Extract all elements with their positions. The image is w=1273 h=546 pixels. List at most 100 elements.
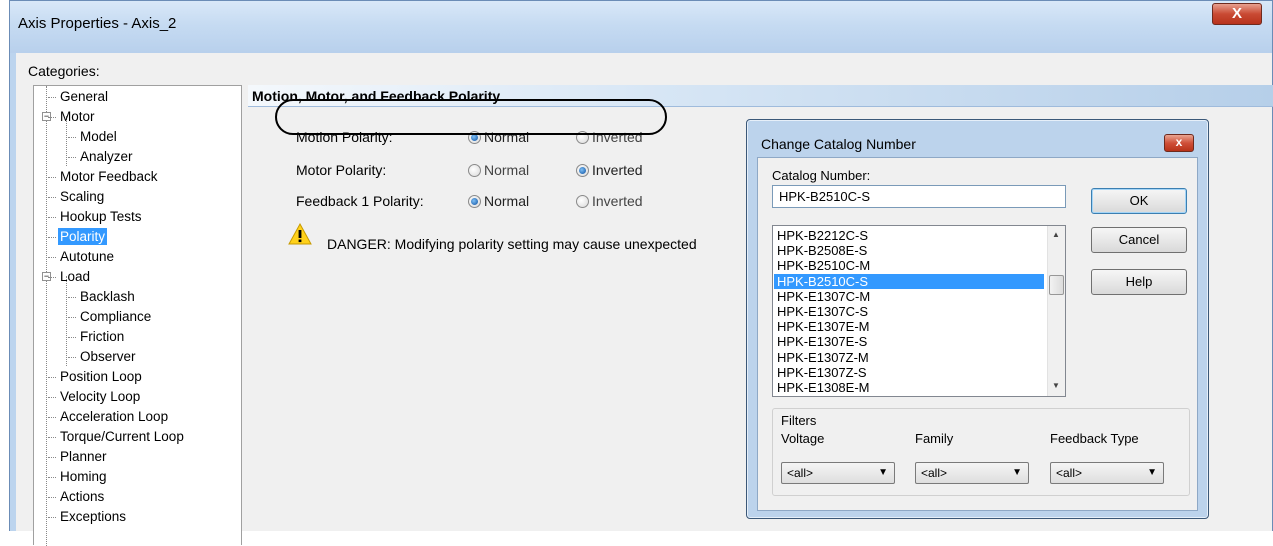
catalog-list-item[interactable]: HPK-B2508E-S — [774, 243, 1044, 258]
catalog-listbox[interactable]: ▲ ▼ HPK-B2212C-S HPK-B2508E-S HPK-B2510C-M… — [772, 225, 1066, 397]
ok-button[interactable]: OK — [1091, 188, 1187, 214]
window-close-button[interactable]: X — [1212, 3, 1262, 25]
cancel-button[interactable]: Cancel — [1091, 227, 1187, 253]
feedback-polarity-inverted-radio[interactable]: Inverted — [576, 193, 643, 209]
categories-tree[interactable]: − − General Motor Model Analyzer Motor Feedb… — [33, 85, 242, 546]
tree-item-label: Exceptions — [60, 509, 127, 524]
catalog-list-item[interactable]: HPK-E1307C-M — [774, 289, 1044, 304]
tree-item-model[interactable]: Model — [68, 127, 119, 147]
tree-item-label: Position Loop — [60, 369, 142, 384]
catalog-list-item[interactable]: HPK-B2212C-S — [774, 228, 1044, 243]
dropdown-arrow-icon: ▼ — [1147, 467, 1157, 478]
catalog-list-item[interactable]: HPK-E1307C-S — [774, 304, 1044, 319]
catalog-list-item[interactable]: HPK-E1307Z-S — [774, 365, 1044, 380]
change-catalog-dialog: Change Catalog Number x Catalog Number: … — [746, 119, 1209, 519]
tree-item-label: Autotune — [60, 249, 115, 264]
tree-item-analyzer[interactable]: Analyzer — [68, 147, 135, 167]
motor-polarity-label: Motor Polarity: — [296, 162, 387, 178]
catalog-list-item[interactable]: HPK-B2510C-M — [774, 258, 1044, 273]
tree-item-position-loop[interactable]: Position Loop — [48, 367, 144, 387]
dialog-body: Catalog Number: OK Cancel Help ▲ ▼ HPK-B… — [757, 157, 1198, 511]
tree-item-label: Hookup Tests — [60, 209, 142, 224]
tree-item-load[interactable]: Load — [48, 267, 92, 287]
select-value: <all> — [1056, 466, 1083, 480]
scroll-thumb[interactable] — [1049, 275, 1064, 295]
scroll-up-icon[interactable]: ▲ — [1052, 230, 1060, 239]
tree-item-scaling[interactable]: Scaling — [48, 187, 106, 207]
feedback-type-select[interactable]: <all> ▼ — [1050, 462, 1164, 484]
dialog-close-button[interactable]: x — [1164, 134, 1194, 152]
catalog-list-item[interactable]: HPK-E1307E-S — [774, 334, 1044, 349]
tree-connector — [68, 157, 76, 158]
tree-item-label: Observer — [80, 349, 136, 364]
radio-label: Inverted — [592, 162, 643, 178]
catalog-list-item[interactable]: HPK-B2510C-S — [774, 273, 1044, 289]
listbox-scrollbar[interactable]: ▲ ▼ — [1047, 226, 1065, 396]
tree-item-motor-feedback[interactable]: Motor Feedback — [48, 167, 160, 187]
motor-polarity-normal-radio[interactable]: Normal — [468, 162, 529, 178]
tree-connector — [48, 217, 56, 218]
tree-item-autotune[interactable]: Autotune — [48, 247, 116, 267]
tree-connector — [48, 477, 56, 478]
dialog-title: Change Catalog Number — [761, 136, 916, 152]
help-button[interactable]: Help — [1091, 269, 1187, 295]
tree-connector — [48, 417, 56, 418]
tree-connector — [68, 337, 76, 338]
tree-item-hookup-tests[interactable]: Hookup Tests — [48, 207, 144, 227]
tree-item-label: Analyzer — [80, 149, 133, 164]
tree-connector — [48, 517, 56, 518]
tree-item-label: Friction — [80, 329, 125, 344]
catalog-list-item[interactable]: HPK-E1307Z-M — [774, 350, 1044, 365]
motor-polarity-inverted-radio[interactable]: Inverted — [576, 162, 643, 178]
tree-item-acceleration-loop[interactable]: Acceleration Loop — [48, 407, 170, 427]
tree-connector — [48, 377, 56, 378]
tree-connector — [68, 137, 76, 138]
tree-item-torque-current-loop[interactable]: Torque/Current Loop — [48, 427, 186, 447]
title-bar[interactable]: Axis Properties - Axis_2 X — [10, 1, 1272, 53]
tree-item-velocity-loop[interactable]: Velocity Loop — [48, 387, 142, 407]
tree-connector — [48, 437, 56, 438]
radio-off-icon — [576, 195, 589, 208]
tree-connector — [68, 357, 76, 358]
feedback-type-label: Feedback Type — [1050, 431, 1139, 446]
tree-connector — [48, 497, 56, 498]
select-value: <all> — [787, 466, 814, 480]
tree-item-label: Homing — [60, 469, 107, 484]
tree-item-label: Planner — [60, 449, 107, 464]
voltage-label: Voltage — [781, 431, 825, 446]
tree-connector — [48, 117, 56, 118]
catalog-list-item[interactable]: HPK-E1308E-M — [774, 380, 1044, 395]
filters-label: Filters — [781, 413, 817, 428]
tree-item-label: Scaling — [60, 189, 105, 204]
radio-label: Normal — [484, 162, 530, 178]
dropdown-arrow-icon: ▼ — [878, 467, 888, 478]
radio-on-icon — [468, 195, 481, 208]
family-label: Family — [915, 431, 954, 446]
tree-connector — [48, 457, 56, 458]
tree-item-homing[interactable]: Homing — [48, 467, 109, 487]
tree-item-compliance[interactable]: Compliance — [68, 307, 153, 327]
tree-item-actions[interactable]: Actions — [48, 487, 106, 507]
select-value: <all> — [921, 466, 948, 480]
categories-label: Categories: — [28, 63, 100, 79]
tree-item-observer[interactable]: Observer — [68, 347, 138, 367]
tree-item-friction[interactable]: Friction — [68, 327, 126, 347]
tree-item-polarity[interactable]: Polarity — [48, 227, 108, 247]
scroll-down-icon[interactable]: ▼ — [1052, 381, 1060, 390]
tree-connector — [48, 237, 56, 238]
tree-item-label: Velocity Loop — [60, 389, 141, 404]
feedback-polarity-normal-radio[interactable]: Normal — [468, 193, 529, 209]
tree-guide-line — [46, 86, 47, 546]
catalog-number-input[interactable] — [772, 185, 1066, 208]
tree-item-label: Load — [60, 269, 91, 284]
tree-item-planner[interactable]: Planner — [48, 447, 109, 467]
voltage-select[interactable]: <all> ▼ — [781, 462, 895, 484]
catalog-list-item[interactable]: HPK-E1307E-M — [774, 319, 1044, 334]
tree-connector — [68, 317, 76, 318]
family-select[interactable]: <all> ▼ — [915, 462, 1029, 484]
tree-item-motor[interactable]: Motor — [48, 107, 97, 127]
tree-item-backlash[interactable]: Backlash — [68, 287, 137, 307]
tree-item-label: Acceleration Loop — [60, 409, 169, 424]
tree-item-general[interactable]: General — [48, 87, 110, 107]
tree-item-exceptions[interactable]: Exceptions — [48, 507, 128, 527]
